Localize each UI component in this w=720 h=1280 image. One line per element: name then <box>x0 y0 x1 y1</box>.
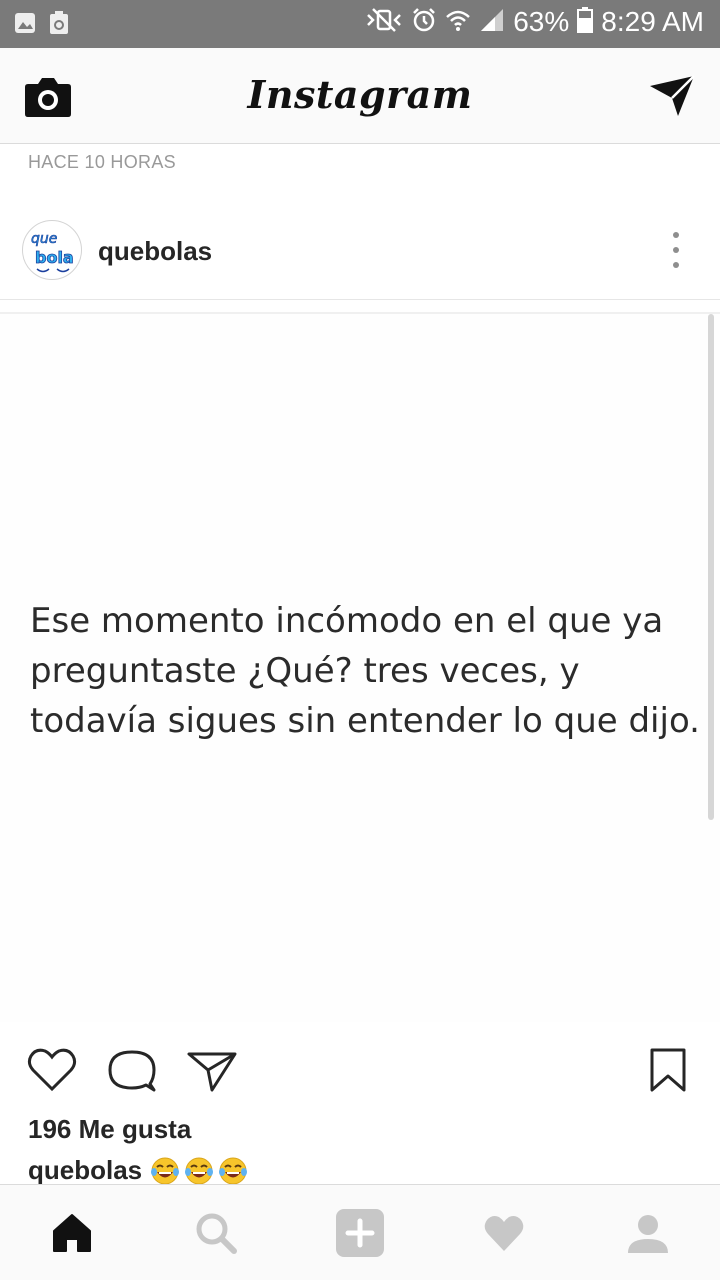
share-icon[interactable] <box>186 1044 238 1096</box>
caption-emojis <box>150 1156 248 1186</box>
instagram-logo: Instagram <box>247 72 473 117</box>
profile-icon[interactable] <box>622 1207 674 1259</box>
dot <box>673 232 679 238</box>
search-icon[interactable] <box>190 1207 242 1259</box>
dot <box>673 262 679 268</box>
wifi-icon <box>445 7 471 38</box>
post-actions <box>0 1040 720 1100</box>
battery-percent: 63% <box>513 6 570 37</box>
bottom-nav <box>0 1184 720 1280</box>
more-options-icon[interactable] <box>666 232 686 268</box>
likes-count[interactable]: 196 Me gusta <box>28 1114 191 1145</box>
top-nav: Instagram <box>0 48 720 144</box>
clock: 8:29 AM <box>601 6 704 37</box>
gallery-notification-icon <box>14 10 36 36</box>
post-username[interactable]: quebolas <box>98 236 212 267</box>
comment-icon[interactable] <box>106 1044 158 1096</box>
laughing-tears-emoji <box>151 1157 180 1184</box>
bookmark-icon[interactable] <box>642 1044 694 1096</box>
heart-icon[interactable] <box>478 1207 530 1259</box>
heart-icon[interactable] <box>26 1044 78 1096</box>
notification-icons <box>14 10 70 36</box>
post-image-text: Ese momento incómodo en el que ya pregun… <box>30 601 700 741</box>
avatar[interactable]: que bola <box>22 220 82 280</box>
dot <box>673 247 679 253</box>
signal-icon <box>479 7 505 38</box>
scrollbar[interactable] <box>708 314 714 820</box>
recycle-notification-icon <box>48 10 70 36</box>
caption-username[interactable]: quebolas <box>28 1155 142 1186</box>
post-header: que bola quebolas <box>0 200 720 300</box>
add-icon[interactable] <box>334 1207 386 1259</box>
direct-message-icon[interactable] <box>648 74 696 118</box>
battery-icon <box>577 6 594 38</box>
mute-vibrate-icon <box>365 7 403 38</box>
system-status: 63% 8:29 AM <box>365 6 704 38</box>
avatar-text-top: que <box>31 231 57 247</box>
avatar-text-bottom: bola <box>35 248 74 267</box>
status-bar: 63% 8:29 AM <box>0 0 720 48</box>
laughing-tears-emoji <box>185 1157 214 1184</box>
post-caption: quebolas <box>28 1155 248 1186</box>
post-timestamp: HACE 10 HORAS <box>28 152 176 172</box>
laughing-tears-emoji <box>219 1157 248 1184</box>
home-icon[interactable] <box>46 1207 98 1259</box>
alarm-icon <box>411 7 437 38</box>
post-image[interactable]: Ese momento incómodo en el que ya pregun… <box>0 312 720 1022</box>
